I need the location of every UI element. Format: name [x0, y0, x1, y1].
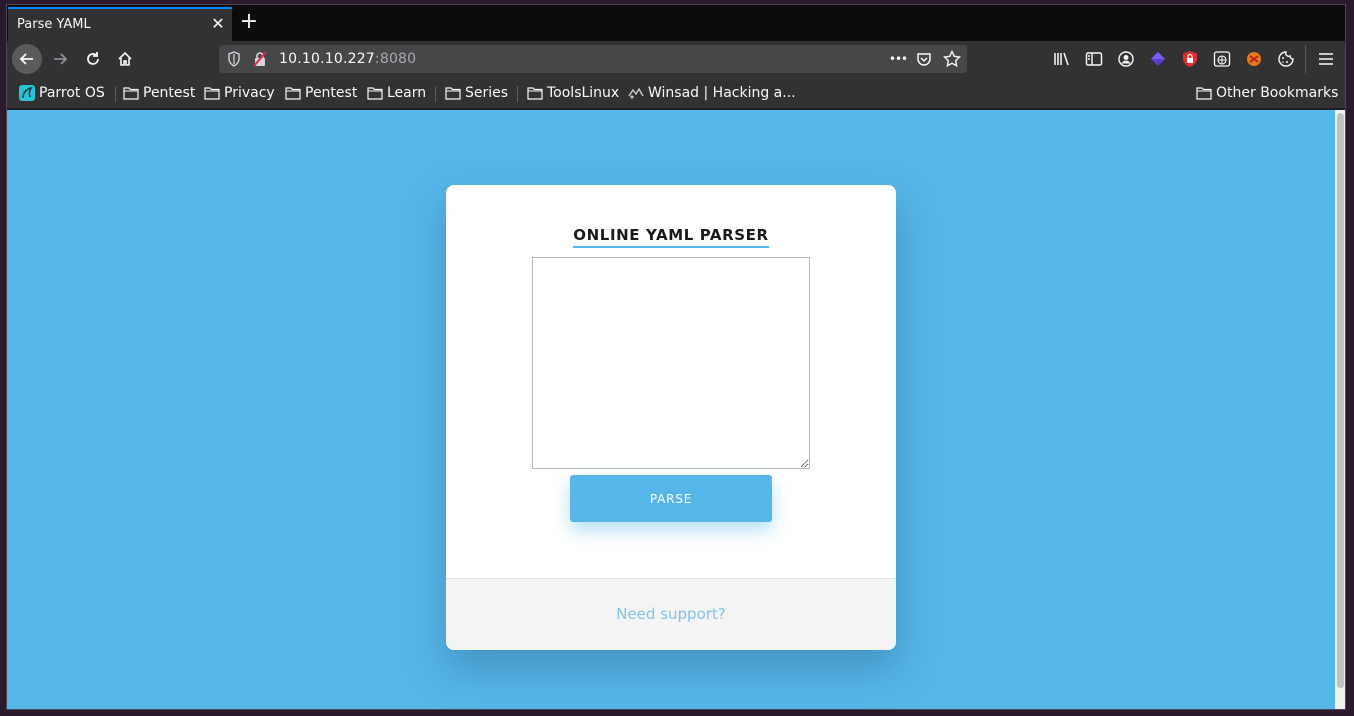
- extension-orange-icon[interactable]: [1244, 49, 1264, 69]
- parrot-logo-icon: [19, 85, 35, 101]
- account-icon[interactable]: [1116, 49, 1136, 69]
- bookmark-folder-learn[interactable]: Learn: [367, 84, 426, 102]
- tab-title: Parse YAML: [17, 17, 91, 32]
- new-tab-button[interactable]: +: [239, 11, 259, 33]
- bookmark-other[interactable]: Other Bookmarks: [1196, 84, 1338, 102]
- bookmark-folder-pentest[interactable]: Pentest: [123, 84, 195, 102]
- bookmark-folder-pentest-2[interactable]: Pentest: [285, 84, 357, 102]
- folder-icon: [1196, 87, 1212, 100]
- bookmark-parrot-os[interactable]: Parrot OS: [19, 84, 105, 102]
- browser-window: Parse YAML ✕ + 10.10.10.227:8080 ••• Par…: [6, 4, 1346, 710]
- page-actions-icon[interactable]: •••: [887, 50, 909, 68]
- folder-icon: [285, 87, 301, 100]
- url-text: 10.10.10.227:8080: [279, 51, 417, 67]
- folder-icon: [123, 87, 139, 100]
- extension-web-icon[interactable]: [1212, 49, 1232, 69]
- close-tab-icon[interactable]: ✕: [210, 16, 226, 32]
- navigation-bar: 10.10.10.227:8080 •••: [7, 41, 1345, 77]
- tab-strip: Parse YAML ✕ +: [7, 5, 1345, 41]
- bookmark-separator: [435, 86, 436, 102]
- insecure-lock-icon[interactable]: [251, 50, 269, 68]
- page-content: ONLINE YAML PARSER PARSE Need support?: [7, 110, 1335, 709]
- bookmark-separator: [517, 86, 518, 102]
- winsad-favicon-icon: [628, 87, 644, 99]
- menu-icon[interactable]: [1316, 49, 1336, 69]
- folder-icon: [367, 87, 383, 100]
- home-button[interactable]: [110, 44, 140, 74]
- bookmark-folder-toolslinux[interactable]: ToolsLinux: [527, 84, 619, 102]
- toolbar-divider: [1305, 45, 1306, 73]
- page-title: ONLINE YAML PARSER: [446, 225, 896, 248]
- arrow-right-icon: [54, 53, 68, 65]
- scrollbar[interactable]: [1335, 110, 1345, 709]
- library-icon[interactable]: [1052, 49, 1072, 69]
- reload-icon: [87, 52, 99, 65]
- parser-card: ONLINE YAML PARSER PARSE Need support?: [446, 185, 896, 650]
- bookmark-folder-series[interactable]: Series: [445, 84, 508, 102]
- folder-icon: [445, 87, 461, 100]
- sidebar-icon[interactable]: [1084, 49, 1104, 69]
- extension-purple-icon[interactable]: [1148, 49, 1168, 69]
- arrow-left-icon: [19, 53, 33, 65]
- card-footer: Need support?: [446, 578, 896, 650]
- cookie-icon[interactable]: [1276, 49, 1296, 69]
- tab-parse-yaml[interactable]: Parse YAML ✕: [8, 7, 232, 41]
- parse-button[interactable]: PARSE: [570, 475, 772, 522]
- forward-button[interactable]: [45, 44, 75, 74]
- folder-icon: [204, 87, 220, 100]
- home-icon: [118, 51, 132, 66]
- page-title-text: ONLINE YAML PARSER: [573, 226, 769, 248]
- extension-red-lock-icon[interactable]: [1180, 49, 1200, 69]
- shield-icon[interactable]: [225, 50, 243, 68]
- bookmarks-toolbar: Parrot OS Pentest Privacy Pentest Learn …: [7, 77, 1345, 109]
- reload-button[interactable]: [78, 44, 108, 74]
- support-link[interactable]: Need support?: [616, 605, 726, 623]
- bookmark-folder-privacy[interactable]: Privacy: [204, 84, 275, 102]
- folder-icon: [527, 87, 543, 100]
- url-bar[interactable]: 10.10.10.227:8080 •••: [219, 45, 967, 73]
- bookmark-star-icon[interactable]: [943, 50, 961, 68]
- back-button[interactable]: [12, 44, 42, 74]
- yaml-input[interactable]: [532, 257, 810, 469]
- scrollbar-thumb[interactable]: [1337, 113, 1344, 688]
- bookmark-winsad[interactable]: Winsad | Hacking a...: [628, 84, 796, 102]
- pocket-icon[interactable]: [915, 50, 933, 68]
- bookmark-separator: [115, 86, 116, 102]
